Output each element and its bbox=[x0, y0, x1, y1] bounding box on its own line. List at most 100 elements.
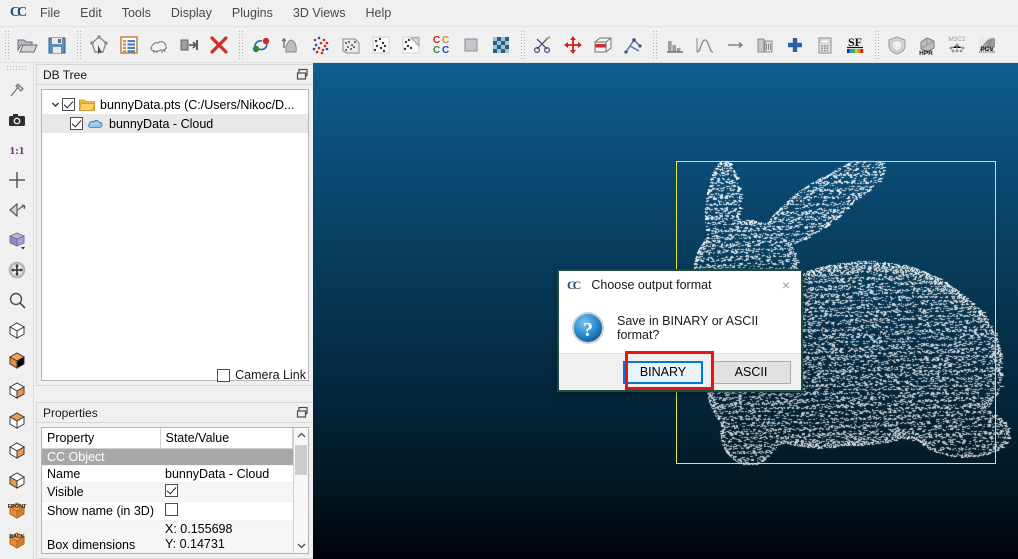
qhull-shield-icon[interactable] bbox=[882, 30, 912, 60]
properties-title-bar: Properties bbox=[36, 402, 314, 422]
translate-rotate-icon[interactable] bbox=[558, 30, 588, 60]
properties-value[interactable]: X: 0.155698 Y: 0.14731 bbox=[160, 520, 293, 553]
mesh-sample-icon[interactable] bbox=[336, 30, 366, 60]
menu-edit[interactable]: Edit bbox=[70, 2, 112, 24]
pcv-icon[interactable]: PCV bbox=[972, 30, 1002, 60]
properties-row[interactable]: Show name (in 3D) bbox=[42, 501, 293, 521]
ascii-button[interactable]: ASCII bbox=[711, 360, 791, 384]
view-left-icon[interactable] bbox=[2, 375, 32, 405]
tree-item-checkbox[interactable] bbox=[70, 117, 83, 130]
add-scalar-field-icon[interactable] bbox=[780, 30, 810, 60]
global-zoom-icon[interactable] bbox=[2, 165, 32, 195]
view-right-icon[interactable] bbox=[2, 405, 32, 435]
camera-link-row[interactable]: Camera Link bbox=[36, 365, 314, 385]
align-points-icon[interactable] bbox=[618, 30, 648, 60]
toolbar-grip[interactable] bbox=[5, 65, 28, 72]
menu-plugins[interactable]: Plugins bbox=[222, 2, 283, 24]
tree-item-0[interactable]: bunnyData.pts (C:/Users/Nikoc/D... bbox=[42, 95, 308, 114]
gaussian-filter-icon[interactable] bbox=[690, 30, 720, 60]
scroll-down-icon[interactable] bbox=[294, 538, 308, 553]
pick-rotation-center-icon[interactable] bbox=[2, 75, 32, 105]
push-in-icon[interactable] bbox=[174, 30, 204, 60]
toolbar-grip[interactable] bbox=[651, 30, 658, 59]
toolbar-grip[interactable] bbox=[3, 30, 10, 59]
tree-item-label: bunnyData.pts (C:/Users/Nikoc/D... bbox=[100, 97, 295, 112]
zoom-magnifier-icon[interactable] bbox=[2, 285, 32, 315]
cloud-to-cloud-icon[interactable]: CCCC bbox=[426, 30, 456, 60]
view-back-icon[interactable]: BACK bbox=[2, 525, 32, 555]
calculator-icon[interactable] bbox=[810, 30, 840, 60]
transform-icon[interactable] bbox=[84, 30, 114, 60]
camera-link-checkbox[interactable] bbox=[217, 368, 231, 382]
menu-help[interactable]: Help bbox=[355, 2, 401, 24]
properties-row[interactable]: Name bunnyData - Cloud bbox=[42, 465, 293, 483]
toggle-orthographic-icon[interactable] bbox=[2, 195, 32, 225]
properties-title: Properties bbox=[43, 405, 98, 420]
properties-row[interactable]: CC Object bbox=[42, 448, 293, 466]
properties-value-checkbox[interactable] bbox=[165, 502, 178, 516]
properties-value[interactable] bbox=[160, 482, 293, 502]
scissors-icon[interactable] bbox=[528, 30, 558, 60]
properties-row[interactable]: Box dimensions X: 0.155698 Y: 0.14731 bbox=[42, 520, 293, 553]
tree-item-checkbox[interactable] bbox=[62, 98, 75, 111]
view-bottom-icon[interactable] bbox=[2, 345, 32, 375]
open-file-icon[interactable] bbox=[12, 30, 42, 60]
noise-filter-icon[interactable] bbox=[306, 30, 336, 60]
properties-value-checkbox[interactable] bbox=[165, 483, 178, 497]
delete-scalar-field-icon[interactable] bbox=[750, 30, 780, 60]
scalar-field-colors-icon[interactable]: SF bbox=[840, 30, 870, 60]
registration-icon[interactable] bbox=[246, 30, 276, 60]
clipping-box-icon[interactable] bbox=[588, 30, 618, 60]
menu-file[interactable]: File bbox=[30, 2, 70, 24]
default-view-cube-icon[interactable] bbox=[2, 225, 32, 255]
properties-list-icon[interactable] bbox=[114, 30, 144, 60]
menu-display[interactable]: Display bbox=[161, 2, 222, 24]
toolbar-grip[interactable] bbox=[75, 30, 82, 59]
cloud-slice-icon[interactable] bbox=[396, 30, 426, 60]
properties-header-1[interactable]: State/Value bbox=[160, 428, 293, 449]
properties-value[interactable]: bunnyData - Cloud bbox=[160, 465, 293, 483]
properties-scrollbar[interactable] bbox=[293, 428, 308, 553]
checkerboard-icon[interactable] bbox=[486, 30, 516, 60]
properties-header-0[interactable]: Property bbox=[42, 428, 161, 449]
view-iso2-icon[interactable] bbox=[2, 465, 32, 495]
delete-icon[interactable] bbox=[204, 30, 234, 60]
properties-table-wrapper: Property State/Value CC Object Name bunnyDat… bbox=[41, 427, 309, 554]
chevron-down-icon[interactable] bbox=[48, 98, 62, 112]
histogram-icon[interactable] bbox=[660, 30, 690, 60]
camera-snapshot-icon[interactable] bbox=[2, 105, 32, 135]
menu-3d-views[interactable]: 3D Views bbox=[283, 2, 356, 24]
properties-value[interactable] bbox=[160, 501, 293, 521]
scroll-up-icon[interactable] bbox=[294, 428, 308, 443]
normals-icon[interactable] bbox=[276, 30, 306, 60]
subsample-icon[interactable] bbox=[366, 30, 396, 60]
pivot-center-icon[interactable] bbox=[2, 255, 32, 285]
cloud-to-mesh-icon[interactable] bbox=[456, 30, 486, 60]
view-top-icon[interactable] bbox=[2, 315, 32, 345]
toolbar-grip[interactable] bbox=[519, 30, 526, 59]
properties-table[interactable]: Property State/Value CC Object Name bunnyDat… bbox=[42, 428, 293, 553]
float-properties-icon[interactable] bbox=[296, 406, 309, 419]
view-iso1-icon[interactable] bbox=[2, 435, 32, 465]
db-tree-body: bunnyData.pts (C:/Users/Nikoc/D... bunnyD… bbox=[36, 84, 314, 386]
close-icon[interactable]: × bbox=[775, 275, 797, 295]
menu-tools[interactable]: Tools bbox=[112, 2, 161, 24]
scrollbar-thumb[interactable] bbox=[295, 445, 307, 475]
float-db-tree-icon[interactable] bbox=[296, 68, 309, 81]
view-front-icon[interactable]: FRONT bbox=[2, 495, 32, 525]
hpr-icon[interactable]: HPR bbox=[912, 30, 942, 60]
tree-item-1[interactable]: bunnyData - Cloud bbox=[42, 114, 308, 133]
save-file-icon[interactable] bbox=[42, 30, 72, 60]
properties-value-line: Y: 0.14731 bbox=[165, 536, 225, 551]
segment-mesh-icon[interactable] bbox=[144, 30, 174, 60]
toolbar-grip[interactable] bbox=[873, 30, 880, 59]
m3c2-icon[interactable]: M3C2 bbox=[942, 30, 972, 60]
zoom-one-to-one-icon[interactable]: 1:1 bbox=[2, 135, 32, 165]
binary-button[interactable]: BINARY bbox=[623, 360, 703, 384]
svg-text:C: C bbox=[433, 45, 440, 56]
toolbar-grip[interactable] bbox=[237, 30, 244, 59]
properties-row[interactable]: Visible bbox=[42, 482, 293, 502]
min-max-icon[interactable] bbox=[720, 30, 750, 60]
folder-icon bbox=[78, 98, 96, 112]
db-tree-view[interactable]: bunnyData.pts (C:/Users/Nikoc/D... bunnyD… bbox=[41, 89, 309, 381]
